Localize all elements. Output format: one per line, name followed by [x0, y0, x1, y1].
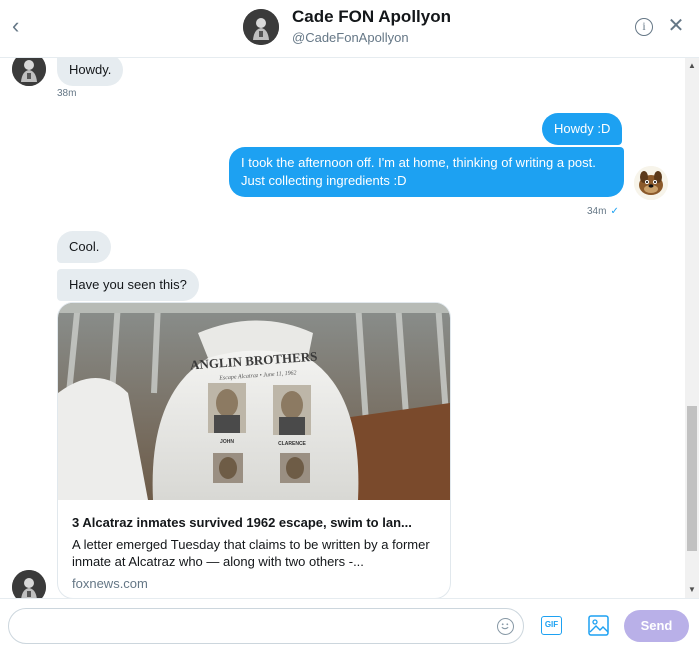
link-preview-card[interactable]: ANGLIN BROTHERS Escape Alcatraz • June 1…: [57, 302, 451, 598]
read-check-icon: ✓: [610, 206, 619, 217]
emoji-icon[interactable]: [497, 618, 514, 635]
avatar[interactable]: [12, 570, 46, 598]
message-bubble: Cool.: [57, 231, 112, 263]
avatar[interactable]: [12, 58, 46, 86]
message-input[interactable]: [8, 608, 524, 644]
avatar[interactable]: [243, 9, 279, 45]
message-bubble: Have you seen this?: [57, 269, 199, 301]
card-domain: foxnews.com: [72, 576, 148, 591]
shirt-name-left: JOHN: [220, 439, 234, 445]
contact-name[interactable]: Cade FON Apollyon: [292, 7, 451, 27]
message-timestamp: 38m: [57, 88, 77, 99]
card-description: A letter emerged Tuesday that claims to …: [72, 537, 430, 569]
close-icon[interactable]: ✕: [667, 15, 685, 37]
message-bubble: I took the afternoon off. I'm at home, t…: [229, 147, 624, 197]
scroll-up-icon[interactable]: ▲: [685, 58, 699, 74]
scroll-down-icon[interactable]: ▼: [685, 582, 699, 598]
message-thread[interactable]: Howdy. 38m Howdy :D I took the afternoon…: [0, 58, 685, 598]
message-timestamp: 34m ✓: [587, 206, 619, 217]
shirt-name-right: CLARENCE: [278, 441, 306, 447]
gif-icon[interactable]: GIF: [541, 616, 562, 635]
scrollbar-thumb[interactable]: [687, 406, 697, 551]
send-button[interactable]: Send: [624, 610, 689, 642]
message-bubble: Howdy.: [57, 58, 124, 86]
back-icon[interactable]: ‹: [12, 12, 32, 40]
timestamp-text: 34m: [587, 206, 607, 217]
conversation-header: ‹ Cade FON Apollyon @CadeFonApollyon i ✕: [0, 0, 699, 58]
message-composer: GIF Send: [0, 598, 699, 651]
contact-handle: @CadeFonApollyon: [292, 30, 409, 45]
media-icon[interactable]: [588, 615, 609, 636]
card-image[interactable]: ANGLIN BROTHERS Escape Alcatraz • June 1…: [58, 303, 450, 500]
message-bubble: Howdy :D: [542, 113, 623, 145]
avatar[interactable]: [634, 166, 668, 200]
card-title[interactable]: 3 Alcatraz inmates survived 1962 escape,…: [72, 515, 442, 530]
info-icon[interactable]: i: [635, 18, 653, 36]
scrollbar[interactable]: ▲ ▼: [685, 58, 699, 598]
